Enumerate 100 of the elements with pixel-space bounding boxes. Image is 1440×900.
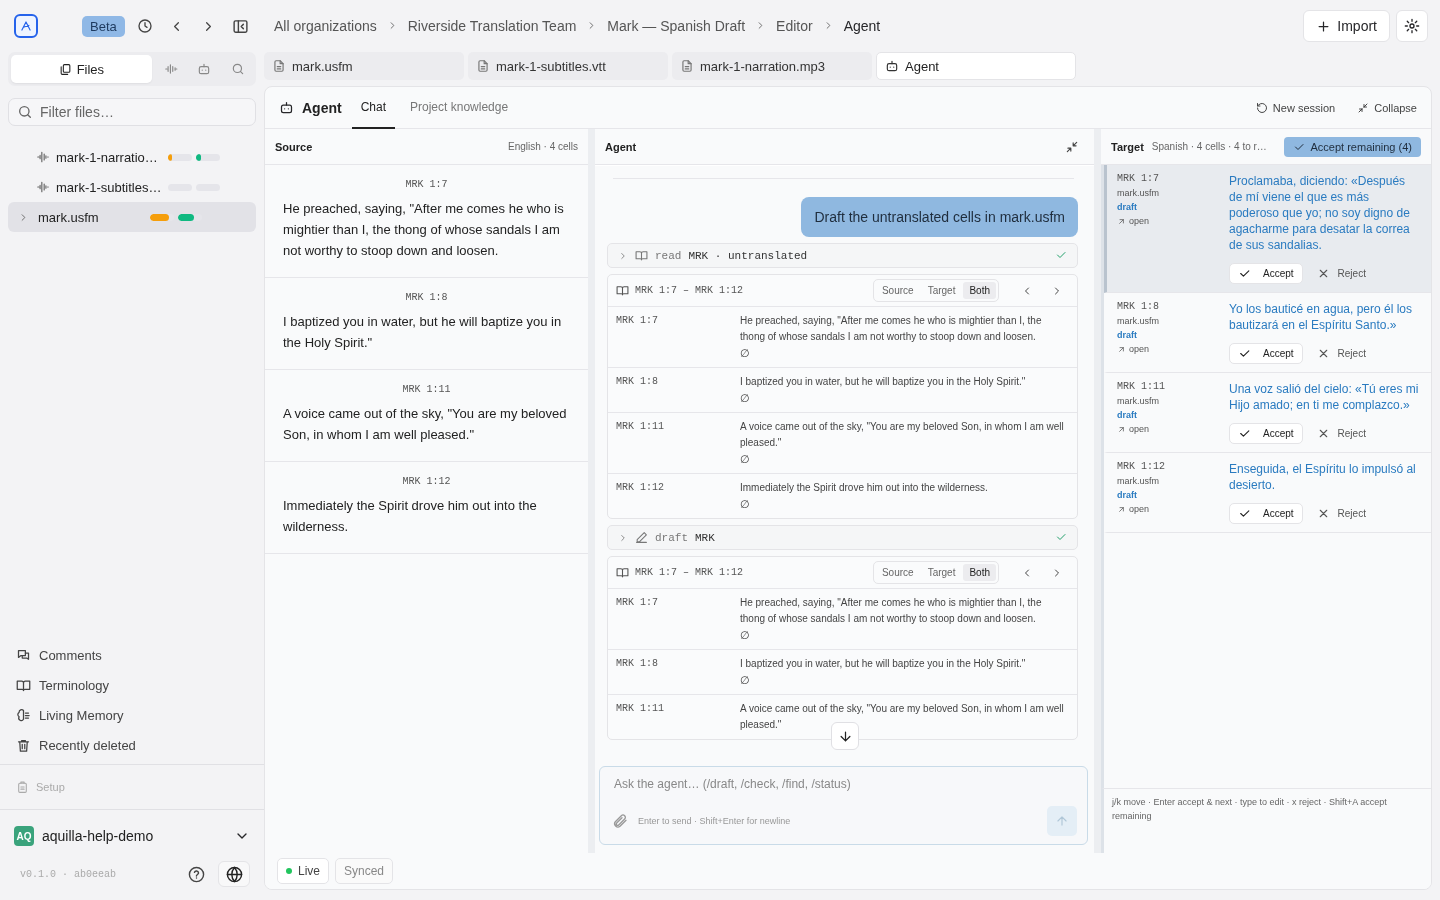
translation-text: Yo los bauticé en agua, pero él los bautizará en el Espíritu Santo.» bbox=[1229, 301, 1414, 333]
status-label: draft bbox=[1117, 330, 1138, 340]
breadcrumb-link[interactable]: Agent bbox=[843, 18, 881, 34]
verse-text: I baptized you in water, but he will baptize you in the Holy Spirit." bbox=[740, 375, 1027, 389]
search-icon bbox=[231, 62, 246, 76]
view-option[interactable]: Both bbox=[963, 282, 996, 299]
verse-text: A voice came out of the sky, "You are my beloved Son, in whom I am well pleased." bbox=[740, 702, 1065, 732]
accept-button[interactable]: Accept bbox=[1229, 423, 1303, 444]
open-link[interactable]: open bbox=[1117, 424, 1229, 434]
verse-ref: MRK 1:11 bbox=[401, 384, 452, 395]
accept-button[interactable]: Accept bbox=[1229, 343, 1303, 364]
file-tab[interactable]: mark-1-narration.mp3 bbox=[672, 52, 872, 80]
org-avatar: AQ bbox=[14, 826, 34, 846]
column-title: Agent bbox=[605, 140, 637, 153]
verse-ref: MRK 1:7 bbox=[404, 179, 449, 190]
verse-ref: MRK 1:7 bbox=[616, 314, 659, 328]
empty-target-mark: ∅ bbox=[740, 673, 751, 688]
translation-text: Una voz salió del cielo: «Tú eres mi Hijo amado; en ti me complazco.» bbox=[1229, 381, 1420, 413]
file-tab[interactable]: mark-1-subtitles.vtt bbox=[468, 52, 668, 80]
target-cell[interactable]: MRK 1:12 mark.usfm draft open Enseguida, el Espíritu lo impulsó al desierto. Accept Reject bbox=[1104, 453, 1431, 533]
verse-text: He preached, saying, "After me comes he who is mightier than I, the thong of whose sandals I am not worthy to stoop down and loosen. bbox=[283, 200, 565, 260]
verse-text: I baptized you in water, but he will baptize you in the Holy Spirit." bbox=[740, 657, 1027, 671]
file-name: mark.usfm bbox=[1117, 316, 1160, 326]
refresh-icon bbox=[1255, 101, 1268, 114]
settings-button[interactable] bbox=[1396, 10, 1428, 42]
import-button[interactable]: Import bbox=[1303, 10, 1390, 42]
panel-tab[interactable]: Project knowledge bbox=[401, 87, 518, 129]
settings-icon bbox=[1404, 18, 1420, 34]
nav-item[interactable]: Terminology bbox=[8, 670, 256, 700]
file-item[interactable]: mark-1-subtitles… bbox=[8, 172, 256, 202]
check-icon bbox=[1238, 267, 1251, 280]
verse-ref: MRK 1:8 bbox=[1117, 301, 1160, 312]
message-field[interactable]: Ask the agent… (/draft, /check, /find, /status) bbox=[612, 776, 1077, 792]
breadcrumb-link[interactable]: Riverside Translation Team bbox=[407, 18, 577, 34]
app-logo[interactable] bbox=[14, 14, 38, 38]
accept-remaining-button[interactable]: Accept remaining (4) bbox=[1283, 136, 1421, 157]
file-name: mark-1-subtitles… bbox=[56, 179, 163, 195]
book-icon bbox=[616, 566, 629, 579]
tool-call[interactable]: read MRK · untranslated bbox=[607, 243, 1078, 268]
file-item[interactable]: mark-1-narratio… bbox=[8, 142, 256, 172]
collapse-icon bbox=[1065, 139, 1079, 154]
waveform-icon bbox=[163, 62, 178, 76]
open-link[interactable]: open bbox=[1117, 344, 1229, 354]
view-option[interactable]: Target bbox=[921, 564, 962, 581]
nav-item[interactable]: Living Memory bbox=[8, 700, 256, 730]
open-link[interactable]: open bbox=[1117, 504, 1229, 514]
verse-text: A voice came out of the sky, "You are my beloved Son, in whom I am well pleased." bbox=[283, 405, 568, 444]
file-item[interactable]: mark.usfm bbox=[8, 202, 256, 232]
tool-args: MRK bbox=[695, 531, 716, 544]
breadcrumb-link[interactable]: Mark — Spanish Draft bbox=[607, 18, 746, 34]
view-option[interactable]: Both bbox=[963, 564, 996, 581]
verse-text: Immediately the Spirit drove him out into the wilderness. bbox=[283, 497, 538, 536]
help-icon bbox=[187, 865, 205, 883]
open-link[interactable]: open bbox=[1117, 216, 1229, 226]
empty-target-mark: ∅ bbox=[740, 346, 751, 361]
files-tab[interactable]: Files bbox=[11, 55, 152, 83]
view-option[interactable]: Source bbox=[875, 564, 920, 581]
robot-icon bbox=[197, 62, 212, 76]
waveform-icon bbox=[36, 180, 50, 194]
target-cell[interactable]: MRK 1:11 mark.usfm draft open Una voz salió del cielo: «Tú eres mi Hijo amado; en ti me complazco.» Accept Reject bbox=[1104, 373, 1431, 453]
version-text: v0.1.0 · ab0eeab bbox=[20, 868, 117, 880]
view-option[interactable]: Target bbox=[921, 282, 962, 299]
filter-field[interactable]: Filter files… bbox=[8, 98, 256, 126]
tool-name: read bbox=[655, 249, 682, 262]
column-title: Source bbox=[275, 140, 313, 153]
chevron-icon bbox=[618, 250, 628, 261]
reject-button[interactable]: Reject bbox=[1316, 343, 1366, 364]
language-button[interactable] bbox=[218, 861, 250, 887]
breadcrumb-link[interactable]: Editor bbox=[776, 18, 813, 34]
scroll-down-button[interactable] bbox=[831, 722, 859, 750]
collapse-button[interactable]: Collapse bbox=[1357, 101, 1417, 114]
nav-item[interactable]: Comments bbox=[8, 640, 256, 670]
verse-ref: MRK 1:11 bbox=[616, 420, 665, 434]
clipboard-icon bbox=[16, 780, 29, 794]
target-cell[interactable]: MRK 1:7 mark.usfm draft open Proclamaba, diciendo: «Después de mí viene el que es más poderoso que yo; no soy digno de agacharme para desatar la correa de sus sandalias. Accept Reject bbox=[1104, 165, 1431, 293]
accept-button[interactable]: Accept bbox=[1229, 263, 1303, 284]
verse-ref: MRK 1:11 bbox=[616, 702, 665, 716]
breadcrumb-link[interactable]: All organizations bbox=[274, 18, 377, 34]
accept-button[interactable]: Accept bbox=[1229, 503, 1303, 524]
book-icon bbox=[16, 677, 31, 693]
chevron-icon bbox=[618, 532, 628, 543]
book-icon bbox=[616, 284, 629, 297]
reject-button[interactable]: Reject bbox=[1316, 423, 1366, 444]
new-session-button[interactable]: New session bbox=[1255, 101, 1336, 114]
reject-button[interactable]: Reject bbox=[1316, 263, 1366, 284]
passage-range: MRK 1:7 – MRK 1:12 bbox=[635, 567, 745, 578]
view-option[interactable]: Source bbox=[875, 282, 920, 299]
verse-ref: MRK 1:8 bbox=[616, 375, 659, 389]
empty-target-mark: ∅ bbox=[740, 452, 751, 467]
waveform-icon bbox=[36, 150, 50, 164]
reject-button[interactable]: Reject bbox=[1316, 503, 1366, 524]
arrow-up-right-icon bbox=[1117, 344, 1126, 354]
org-switcher[interactable]: AQ aquilla-help-demo bbox=[8, 814, 256, 858]
target-cell[interactable]: MRK 1:8 mark.usfm draft open Yo los bauticé en agua, pero él los bautizará en el Espíritu Santo.» Accept Reject bbox=[1104, 293, 1431, 373]
tool-name: draft bbox=[655, 531, 688, 544]
file-tab[interactable]: Agent bbox=[876, 52, 1076, 80]
file-tab[interactable]: mark.usfm bbox=[264, 52, 464, 80]
tool-call[interactable]: draft MRK bbox=[607, 525, 1078, 550]
document-icon bbox=[680, 59, 694, 73]
nav-item[interactable]: Recently deleted bbox=[8, 730, 256, 760]
